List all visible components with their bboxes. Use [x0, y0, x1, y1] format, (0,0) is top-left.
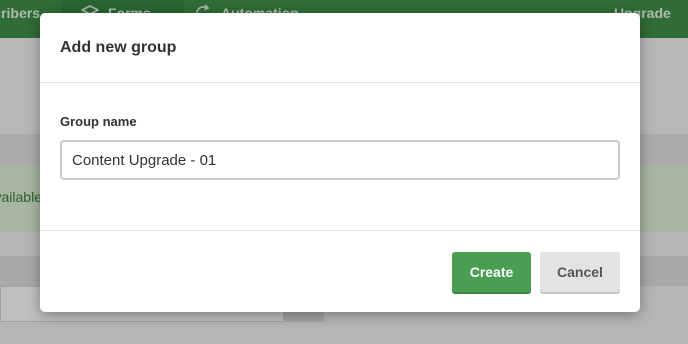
group-name-input[interactable]: [60, 140, 620, 180]
add-group-dialog: Add new group Group name Create Cancel: [40, 13, 640, 312]
group-name-label: Group name: [60, 114, 137, 129]
dialog-title: Add new group: [60, 39, 177, 56]
dialog-header: Add new group: [40, 13, 640, 83]
dialog-footer: Create Cancel: [40, 232, 640, 312]
cancel-button[interactable]: Cancel: [540, 252, 620, 292]
dialog-body: Group name: [40, 84, 640, 231]
create-button[interactable]: Create: [452, 252, 531, 292]
